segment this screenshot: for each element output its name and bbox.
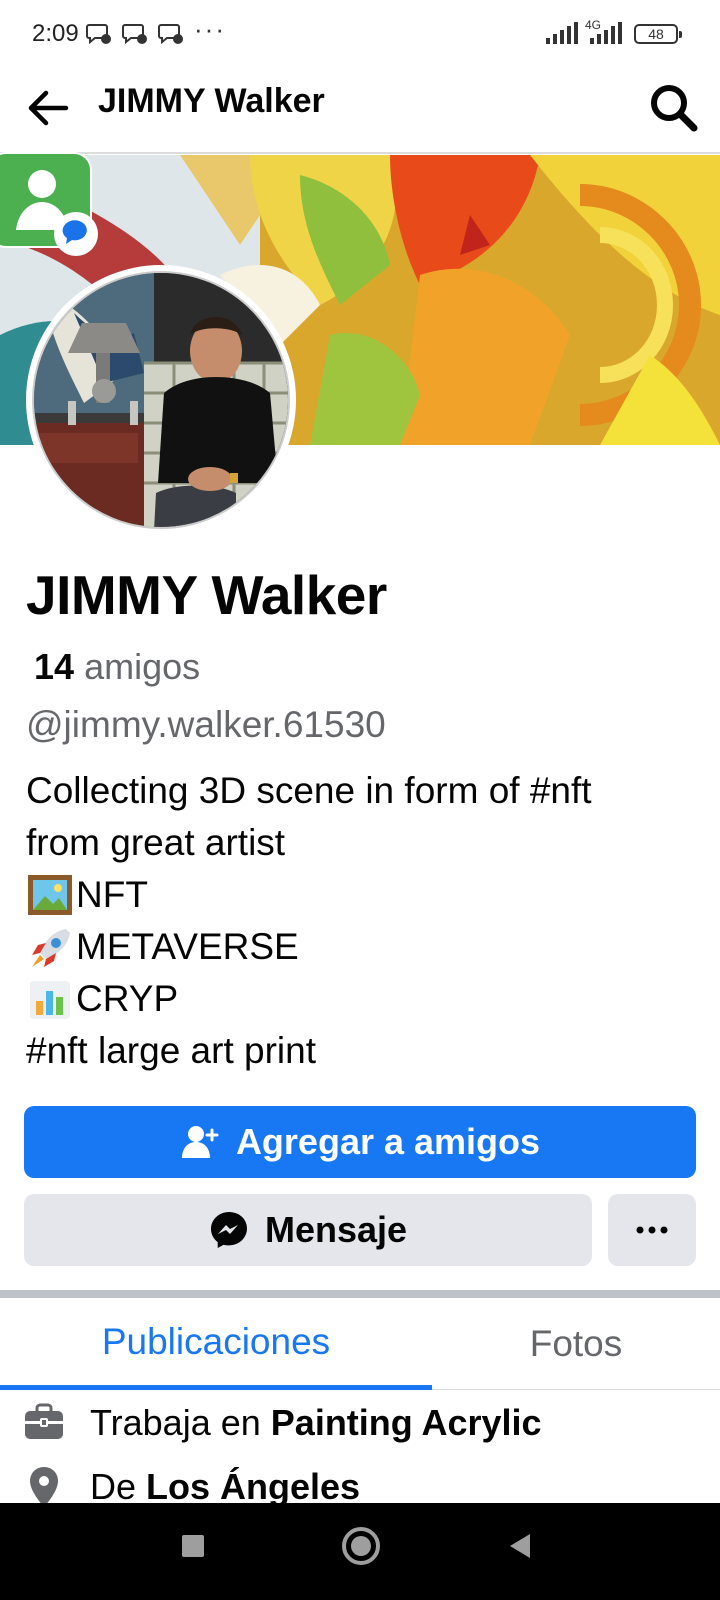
back-nav-icon[interactable]	[506, 1531, 536, 1561]
more-dots-icon	[636, 1226, 668, 1234]
bio-line: from great artist	[26, 817, 696, 869]
messenger-notification-icon	[122, 24, 147, 45]
profile-name: JIMMY Walker	[26, 564, 387, 626]
bio-line: METAVERSE	[26, 921, 696, 973]
framed-picture-icon	[28, 875, 72, 915]
back-arrow-icon[interactable]	[22, 82, 74, 134]
profile-bio: Collecting 3D scene in form of #nft from…	[26, 765, 696, 1077]
profile-avatar[interactable]	[26, 265, 296, 535]
friends-count-label: amigos	[84, 646, 201, 687]
profile-tabs: Publicaciones Fotos	[0, 1298, 720, 1390]
hometown-place[interactable]: Los Ángeles	[146, 1466, 360, 1508]
bio-line-text: CRYP	[76, 978, 179, 1019]
profile-username: @jimmy.walker.61530	[26, 704, 386, 745]
notification-icons	[86, 22, 184, 46]
hometown-prefix: De	[90, 1466, 137, 1507]
signal-icon	[590, 22, 622, 44]
rocket-icon	[32, 929, 70, 967]
work-detail: Trabaja en Painting Acrylic	[0, 1392, 720, 1454]
message-label: Mensaje	[264, 1209, 408, 1250]
recents-icon[interactable]	[178, 1531, 208, 1561]
work-prefix: Trabaja en	[90, 1402, 261, 1443]
add-friend-icon	[181, 1126, 219, 1158]
signal-icon	[546, 22, 578, 44]
page-title: JIMMY Walker	[98, 82, 325, 120]
bar-chart-icon	[30, 981, 70, 1019]
more-notifications-icon: ···	[194, 14, 226, 44]
briefcase-icon	[25, 1403, 63, 1439]
friends-count[interactable]: 14 amigos	[34, 646, 200, 688]
bio-line: Collecting 3D scene in form of #nft	[26, 765, 696, 817]
messenger-icon	[210, 1212, 247, 1248]
add-friend-button[interactable]: Agregar a amigos	[24, 1106, 696, 1178]
battery-level: 48	[648, 26, 664, 42]
bio-line-text: #nft large art print	[26, 1030, 316, 1071]
more-options-button[interactable]	[608, 1194, 696, 1266]
work-place[interactable]: Painting Acrylic	[271, 1402, 542, 1444]
bio-line: #nft large art print	[26, 1025, 696, 1077]
system-navigation-bar	[0, 1503, 720, 1600]
search-icon[interactable]	[646, 80, 702, 136]
battery-icon: 48	[634, 24, 682, 44]
app-header: JIMMY Walker	[0, 68, 720, 154]
bio-line: NFT	[26, 869, 696, 921]
bio-line-text: NFT	[76, 874, 148, 915]
friends-count-number: 14	[34, 646, 75, 687]
messenger-notification-icon	[86, 24, 111, 45]
home-icon[interactable]	[340, 1525, 382, 1567]
section-divider	[0, 1290, 720, 1298]
bio-line: CRYP	[26, 973, 696, 1025]
contact-chat-bubble[interactable]	[0, 150, 100, 260]
message-button[interactable]: Mensaje	[24, 1194, 592, 1266]
status-time: 2:09	[32, 20, 79, 47]
add-friend-label: Agregar a amigos	[235, 1121, 541, 1162]
messenger-notification-icon	[158, 24, 183, 45]
tab-publicaciones[interactable]: Publicaciones	[0, 1298, 432, 1390]
avatar-photo	[34, 273, 288, 527]
bio-line-text: from great artist	[26, 822, 286, 863]
tab-fotos[interactable]: Fotos	[432, 1298, 720, 1390]
status-bar: 2:09 ··· 4G 48	[0, 0, 720, 68]
bio-line-text: Collecting 3D scene in form of #nft	[26, 770, 592, 811]
bio-line-text: METAVERSE	[76, 926, 299, 967]
